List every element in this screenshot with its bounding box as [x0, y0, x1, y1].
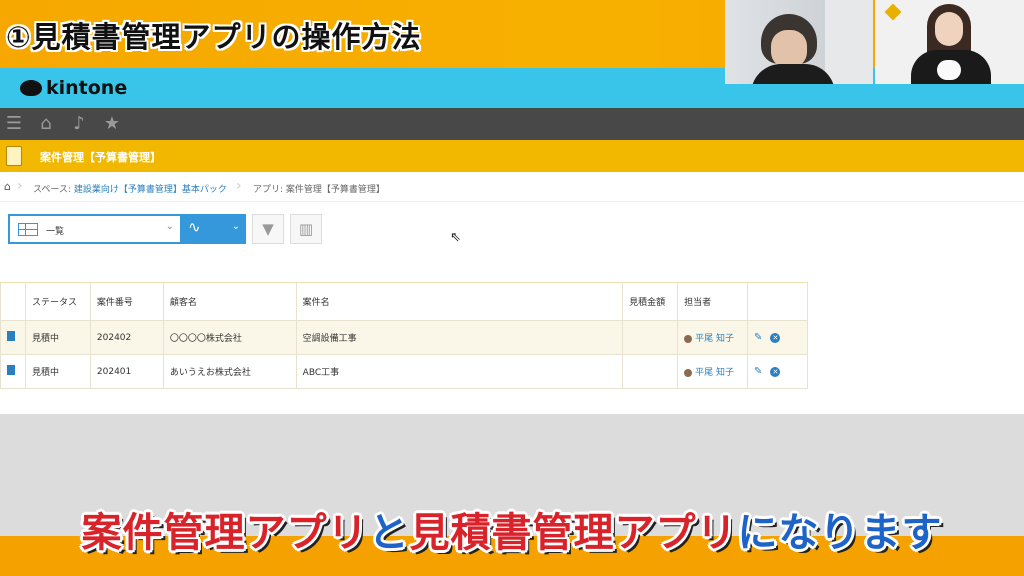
- webcam-background: [825, 0, 873, 84]
- menu-icon[interactable]: ☰: [3, 113, 25, 135]
- edit-icon[interactable]: ✎: [754, 366, 762, 377]
- kintone-logo-text: kintone: [46, 77, 128, 99]
- mouse-cursor-icon: ⇖: [450, 230, 461, 245]
- column-header[interactable]: 案件番号: [89, 282, 164, 321]
- table-row[interactable]: 見積中 202402 〇〇〇〇株式会社 空調設備工事 平尾 知子 ✎ ✕: [0, 320, 809, 355]
- owner-name[interactable]: 平尾 知子: [695, 368, 734, 378]
- filter-icon: ▼: [262, 220, 274, 238]
- caption-part: になります: [737, 510, 943, 556]
- header-actions-col: [746, 282, 809, 321]
- user-avatar-icon: [684, 334, 693, 343]
- breadcrumb-separator: ›: [236, 178, 242, 194]
- document-icon[interactable]: [7, 365, 15, 375]
- owner-name[interactable]: 平尾 知子: [695, 334, 734, 344]
- record-detail-cell[interactable]: [0, 320, 26, 355]
- filter-button[interactable]: ▼: [252, 214, 284, 244]
- column-header[interactable]: 担当者: [677, 282, 748, 321]
- amount-cell: [622, 320, 679, 355]
- table-view-icon: [18, 223, 38, 236]
- breadcrumb-home-icon[interactable]: ⌂: [4, 180, 11, 193]
- app-content: ⌂ › スペース: 建設業向け【予算書管理】基本パック › アプリ: 案件管理【…: [0, 172, 1024, 414]
- view-select[interactable]: 一覧 ⌄: [8, 214, 182, 244]
- customer-cell: あいうえお株式会社: [162, 354, 297, 389]
- project-cell: ABC工事: [295, 354, 624, 389]
- line-graph-icon: ∿: [188, 218, 201, 236]
- badge-mark: [884, 3, 902, 21]
- edit-icon[interactable]: ✎: [754, 332, 762, 343]
- column-header[interactable]: 案件名: [295, 282, 624, 321]
- presenter-2-face: [935, 12, 963, 46]
- project-cell: 空調設備工事: [295, 320, 624, 355]
- record-detail-cell[interactable]: [0, 354, 26, 389]
- table-header-row: ステータス 案件番号 顧客名 案件名 見積金額 担当者: [0, 282, 809, 321]
- breadcrumb-app: アプリ: 案件管理【予算書管理】: [253, 185, 385, 195]
- records-table: ステータス 案件番号 顧客名 案件名 見積金額 担当者 見積中 202402 〇…: [0, 282, 809, 389]
- amount-cell: [622, 354, 679, 389]
- app-title: 案件管理【予算書管理】: [40, 151, 161, 164]
- caption-part: と: [368, 510, 410, 556]
- caption-part: 見積書管理アプリ: [409, 510, 738, 556]
- number-cell: 202401: [89, 354, 164, 389]
- customer-cell: 〇〇〇〇株式会社: [162, 320, 297, 355]
- bar-chart-icon: ▥: [298, 220, 314, 238]
- webcam-feed-1: [725, 0, 873, 84]
- chart-button[interactable]: ▥: [290, 214, 322, 244]
- table-row[interactable]: 見積中 202401 あいうえお株式会社 ABC工事 平尾 知子 ✎ ✕: [0, 354, 809, 389]
- graph-button[interactable]: ∿ ⌄: [182, 214, 246, 244]
- kintone-badge-logo: [881, 3, 905, 36]
- view-select-label: 一覧: [46, 227, 65, 237]
- breadcrumb: ⌂ › スペース: 建設業向け【予算書管理】基本パック › アプリ: 案件管理【…: [0, 172, 1024, 202]
- status-cell: 見積中: [24, 354, 91, 389]
- breadcrumb-separator: ›: [17, 178, 23, 194]
- delete-icon[interactable]: ✕: [770, 333, 781, 343]
- number-cell: 202402: [89, 320, 164, 355]
- slide-title: ①見積書管理アプリの操作方法: [6, 20, 422, 54]
- star-icon[interactable]: ★: [101, 113, 123, 135]
- row-actions-cell: ✎ ✕: [746, 354, 809, 389]
- row-actions-cell: ✎ ✕: [746, 320, 809, 355]
- column-header[interactable]: 顧客名: [162, 282, 297, 321]
- caption-part: 案件管理アプリ: [81, 510, 369, 556]
- user-avatar-icon: [684, 368, 693, 377]
- breadcrumb-space[interactable]: スペース: 建設業向け【予算書管理】基本パック: [33, 182, 227, 195]
- app-clipboard-icon: [6, 146, 22, 166]
- column-header[interactable]: ステータス: [24, 282, 91, 321]
- home-icon[interactable]: ⌂: [35, 113, 57, 135]
- document-icon[interactable]: [7, 331, 15, 341]
- chevron-down-icon: ⌄: [231, 221, 240, 232]
- webcam-feed-2: [875, 0, 1024, 84]
- owner-cell[interactable]: 平尾 知子: [677, 320, 748, 355]
- kintone-logo[interactable]: kintone: [20, 76, 127, 100]
- kintone-logo-icon: [20, 80, 42, 96]
- app-title-bar: 案件管理【予算書管理】: [0, 140, 1024, 172]
- caption: 案件管理アプリと見積書管理アプリになります: [0, 505, 1024, 561]
- delete-icon[interactable]: ✕: [770, 367, 781, 377]
- breadcrumb-space-name[interactable]: 建設業向け【予算書管理】基本パック: [74, 185, 227, 195]
- status-cell: 見積中: [24, 320, 91, 355]
- global-nav-bar: ☰ ⌂ ♪ ★: [0, 108, 1024, 140]
- panda-shirt-print: [937, 60, 961, 80]
- breadcrumb-space-prefix: スペース:: [33, 185, 71, 195]
- owner-cell[interactable]: 平尾 知子: [677, 354, 748, 389]
- column-header[interactable]: 見積金額: [622, 282, 679, 321]
- bell-icon[interactable]: ♪: [68, 113, 90, 135]
- header-icon-col: [0, 282, 26, 321]
- presenter-1-face: [771, 30, 807, 68]
- chevron-down-icon: ⌄: [165, 221, 174, 232]
